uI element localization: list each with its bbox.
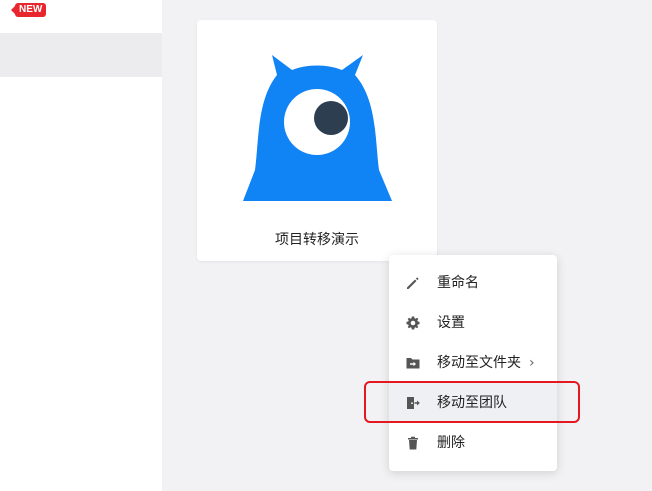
folder-move-icon <box>406 358 420 369</box>
menu-item-label: 重命名 <box>437 275 479 291</box>
project-title: 项目转移演示 <box>275 232 359 248</box>
menu-item-label: 设置 <box>437 315 465 331</box>
menu-item-label: 移动至文件夹 <box>437 355 521 371</box>
menu-item-settings[interactable]: 设置 <box>389 303 557 343</box>
trash-icon <box>408 436 418 450</box>
menu-item-move-to-folder[interactable]: 移动至文件夹 › <box>389 343 557 383</box>
pencil-icon <box>407 277 419 289</box>
highlight-annotation <box>364 381 580 423</box>
sidebar-item-active[interactable] <box>0 33 162 77</box>
menu-item-rename[interactable]: 重命名 <box>389 263 557 303</box>
menu-item-label: 删除 <box>437 435 465 451</box>
project-card[interactable]: 项目转移演示 <box>197 20 437 261</box>
chevron-right-icon: › <box>529 355 535 371</box>
new-badge: NEW <box>10 3 47 17</box>
gear-icon <box>406 316 420 330</box>
mascot-pupil <box>314 101 348 135</box>
context-menu: 重命名 设置 移动至文件夹 › 移动至团队 删除 <box>389 255 557 471</box>
sidebar: NEW <box>0 0 162 491</box>
menu-item-delete[interactable]: 删除 <box>389 423 557 463</box>
project-thumbnail <box>243 55 392 201</box>
